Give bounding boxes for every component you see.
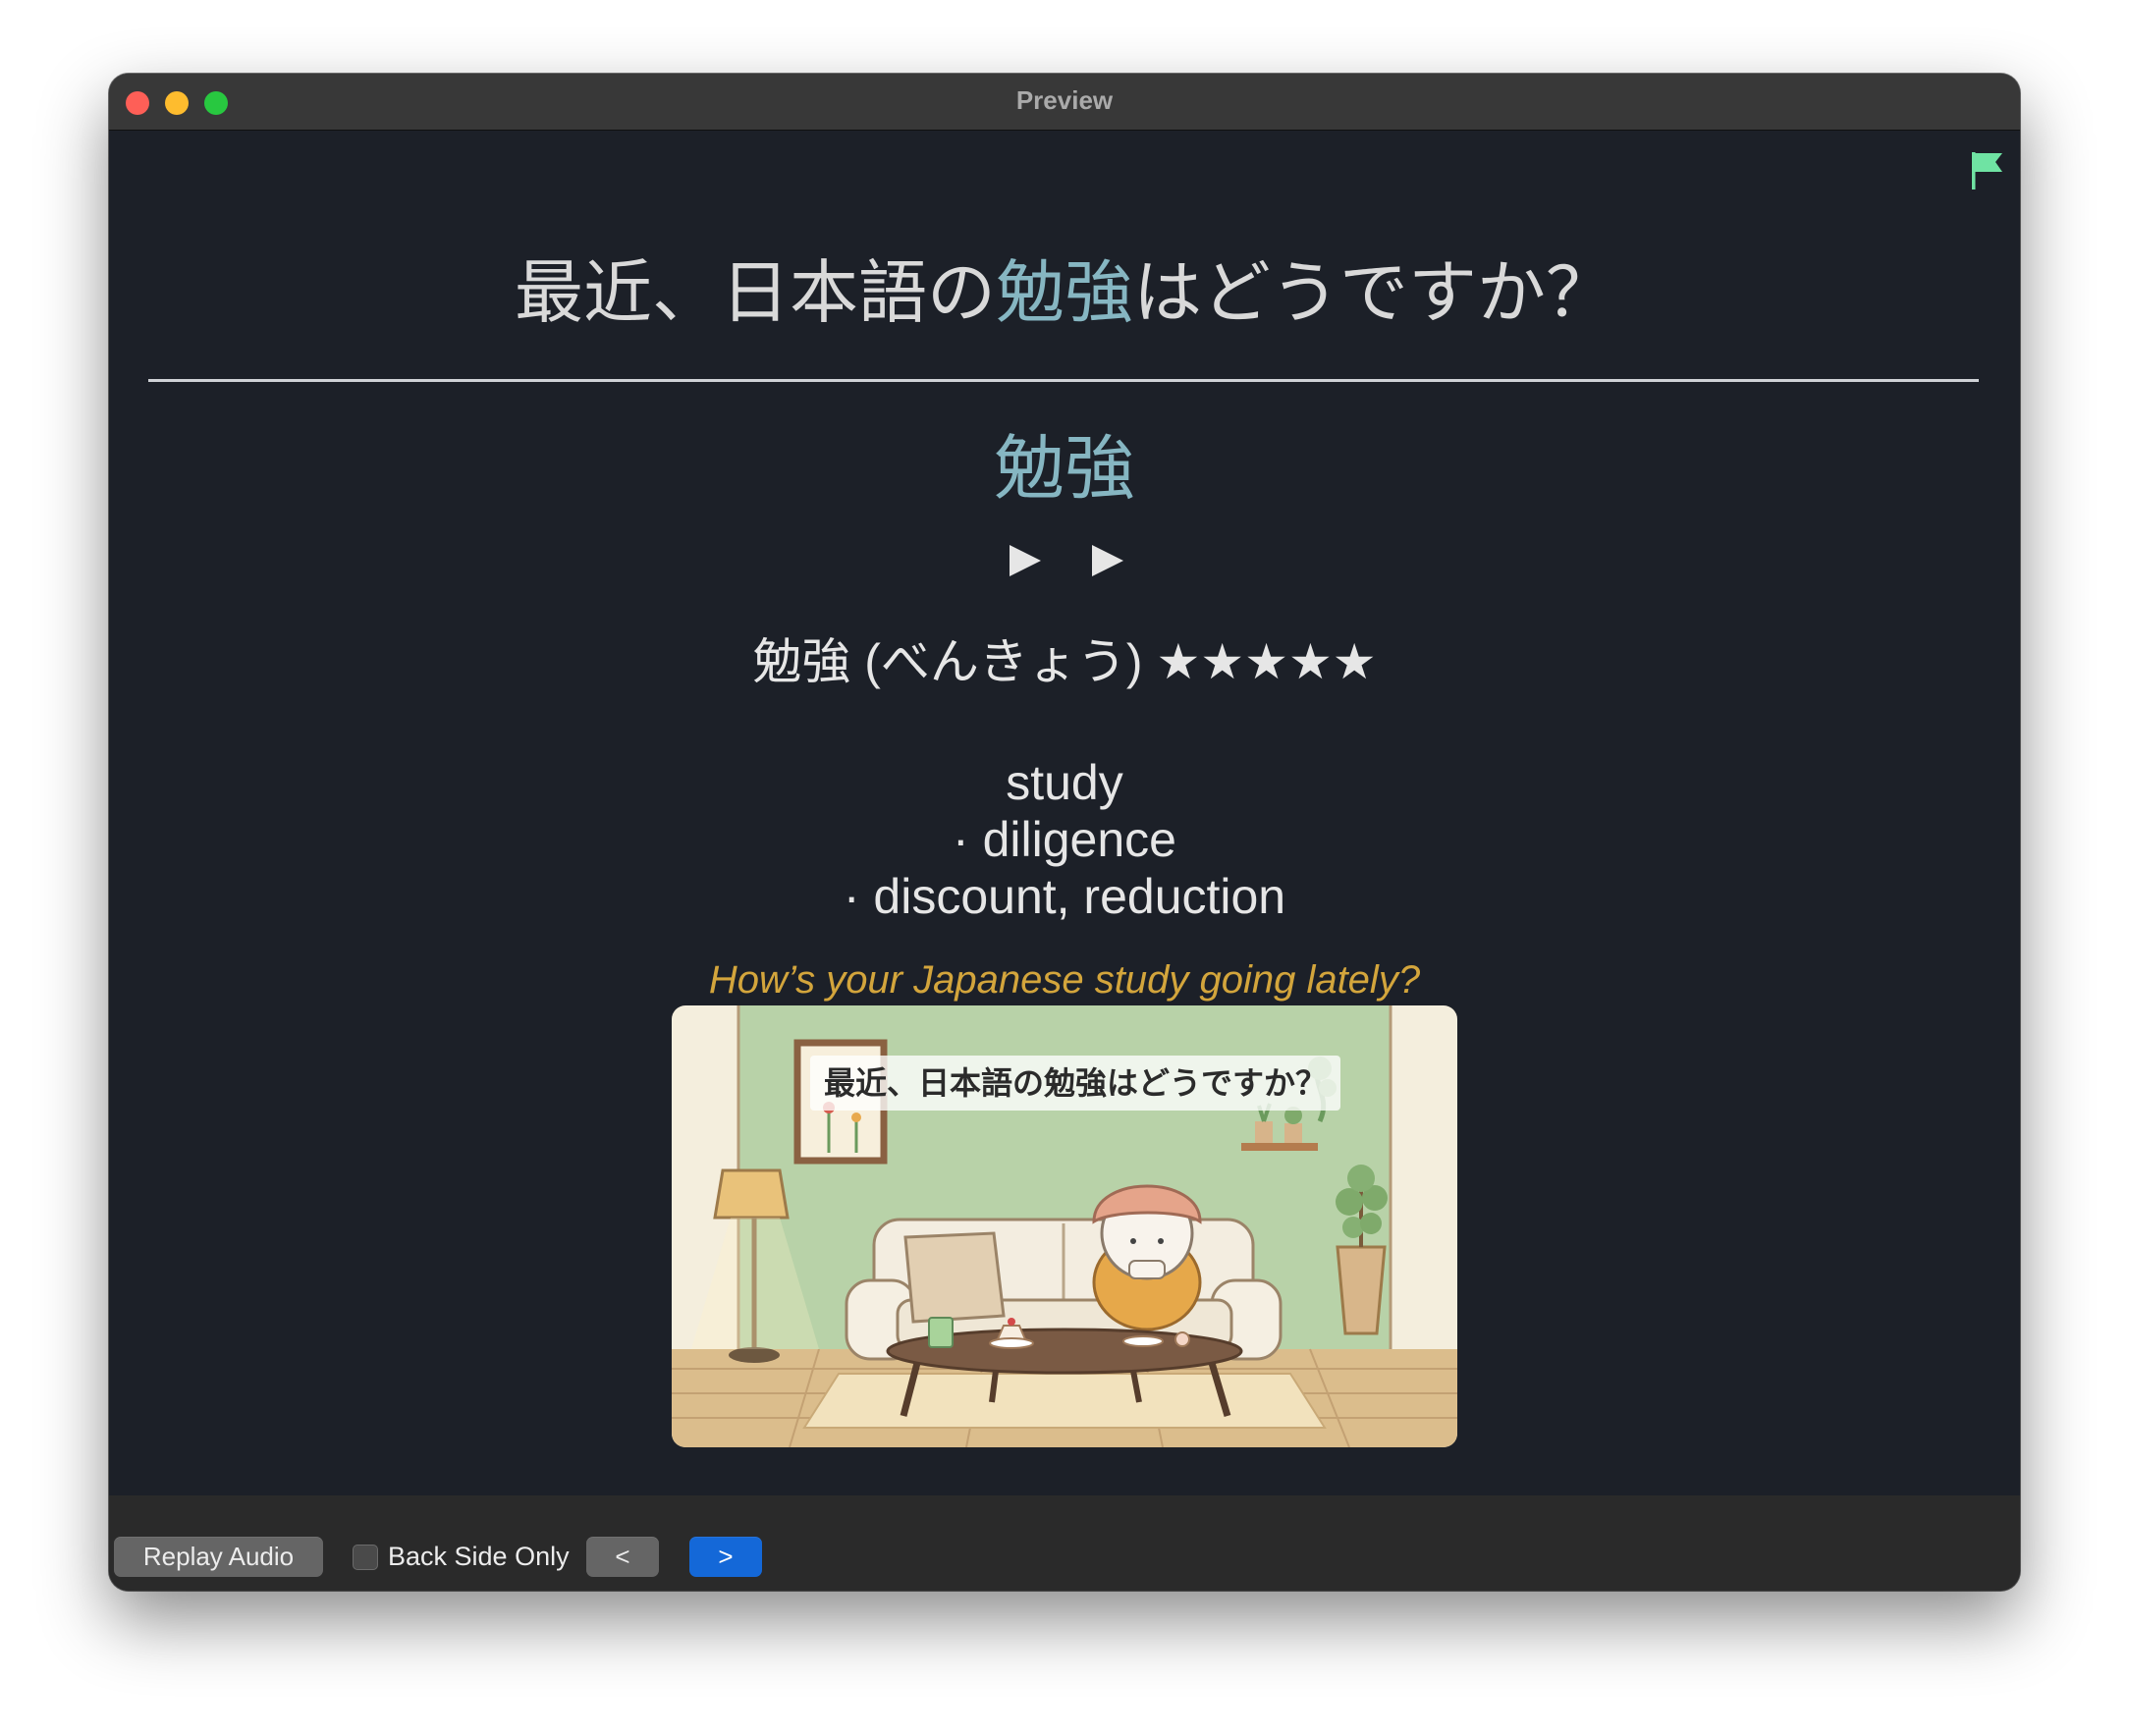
sentence-part-after: はどうですか？ [1133, 254, 1614, 331]
next-card-button[interactable]: > [689, 1537, 762, 1577]
sentence-part-before: 最近、日本語の [515, 254, 996, 331]
play-icon [1009, 545, 1041, 576]
word-reading: 勉強 (べんきょう) ★★★★★ [752, 634, 1377, 689]
card-illustration: 最近、日本語の勉強はどうですか？ [672, 1005, 1457, 1447]
bottom-toolbar: Replay Audio Back Side Only < > [109, 1495, 2020, 1591]
play-word-audio-button[interactable] [994, 531, 1053, 590]
audio-buttons [109, 531, 2020, 590]
back-side-only-label: Back Side Only [388, 1542, 570, 1571]
illustration-caption: 最近、日本語の勉強はどうですか？ [810, 1056, 1341, 1111]
card-content: 最近、日本語の勉強はどうですか？ 勉強 勉強 (べんきょう) ★★★★★ stu… [109, 131, 2020, 1495]
preview-window: Preview 最近、日本語の勉強はどうですか？ 勉強 勉強 (べんきょう) ★… [109, 74, 2020, 1591]
sentence-translation: How’s your Japanese study going lately? [708, 958, 1421, 1002]
card-divider [148, 379, 1979, 382]
front-sentence: 最近、日本語の勉強はどうですか？ [109, 248, 2020, 337]
definition-1: study [1006, 755, 1123, 810]
definition-2: · diligence [953, 812, 1176, 867]
play-icon [1092, 545, 1124, 576]
replay-audio-button[interactable]: Replay Audio [114, 1537, 323, 1577]
back-side-only-toggle[interactable]: Back Side Only [353, 1537, 570, 1577]
flag-icon[interactable] [1967, 148, 2006, 191]
vocab-word: 勉強 [993, 430, 1135, 509]
window-title: Preview [1015, 85, 1114, 115]
play-sentence-audio-button[interactable] [1076, 531, 1135, 590]
title-bar: Preview [109, 74, 2020, 131]
definition-3: · discount, reduction [843, 869, 1286, 924]
back-side-only-checkbox[interactable] [353, 1545, 378, 1570]
previous-card-button[interactable]: < [586, 1537, 659, 1577]
sentence-highlight-word: 勉強 [996, 254, 1133, 331]
